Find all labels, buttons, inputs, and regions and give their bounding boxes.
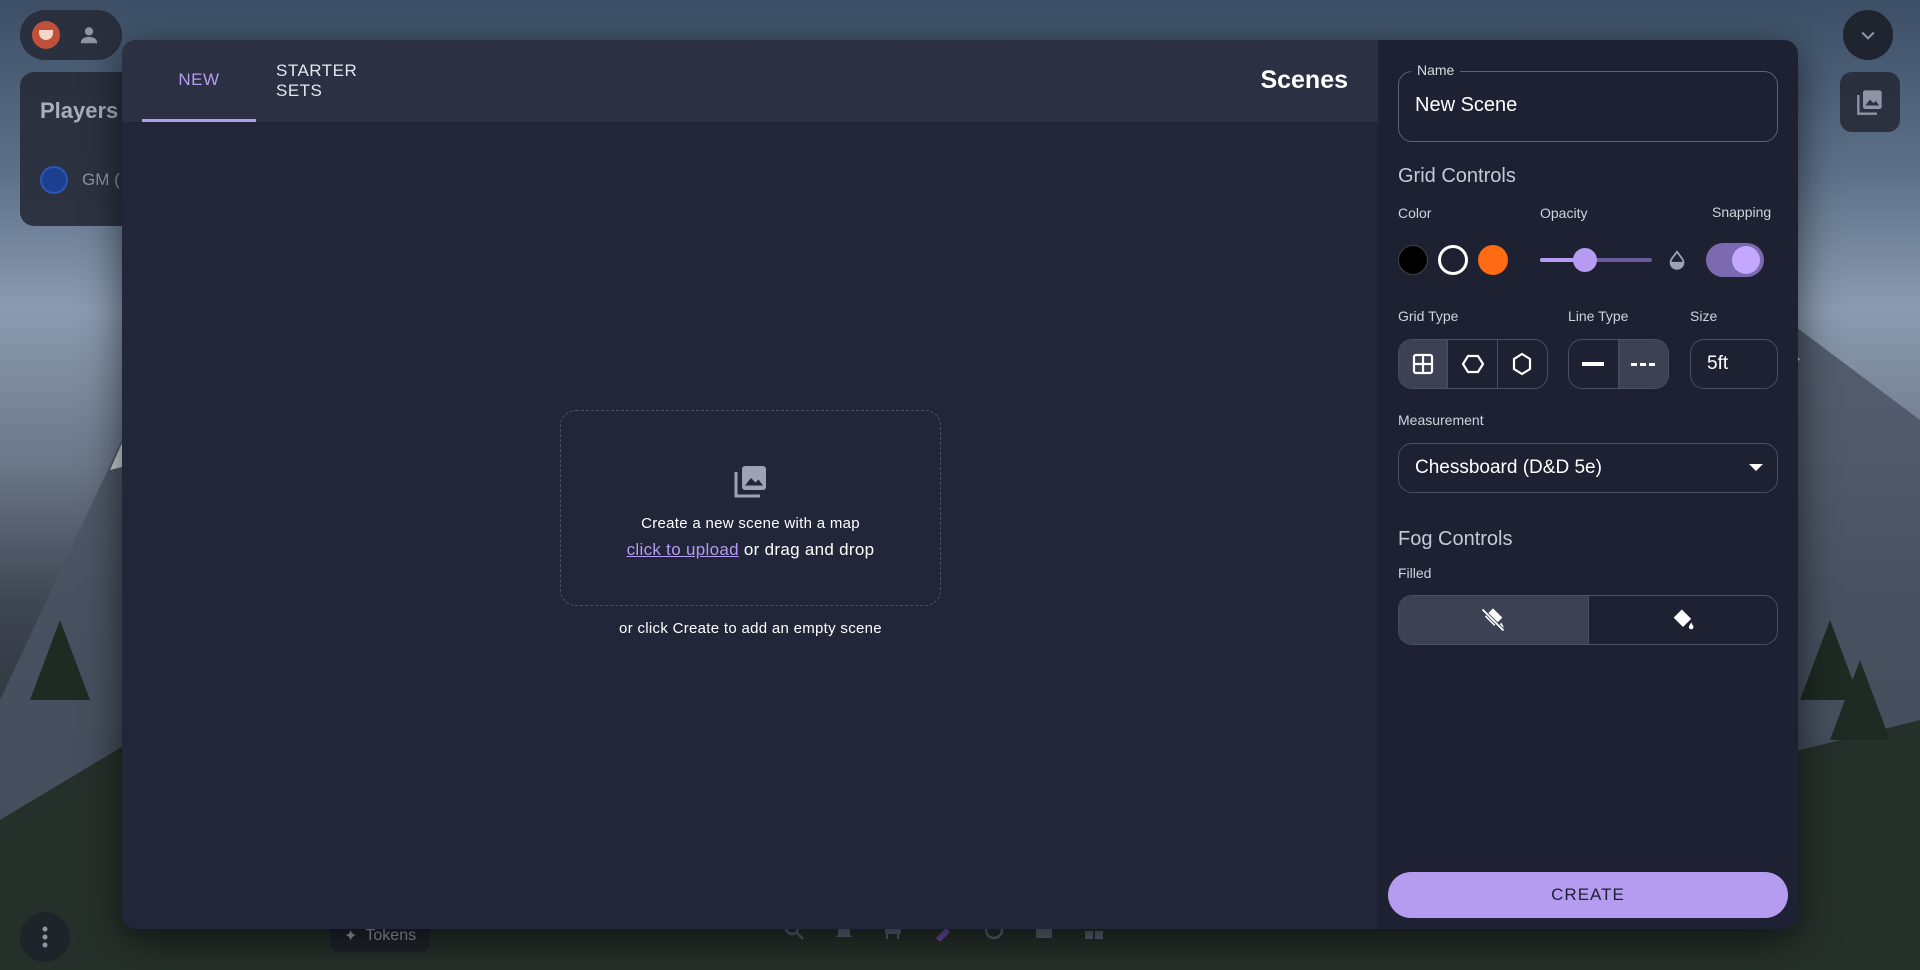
- square-grid-icon: [1413, 353, 1434, 375]
- name-label: Name: [1411, 62, 1461, 78]
- image-library-icon: [734, 466, 766, 498]
- fill-on-icon: [1673, 609, 1694, 630]
- grid-type-toggle-group: [1398, 339, 1548, 389]
- opacity-drop-icon: [1669, 250, 1685, 270]
- line-type-solid[interactable]: [1569, 340, 1619, 388]
- map-dropzone[interactable]: Create a new scene with a map click to u…: [560, 410, 941, 606]
- opacity-slider-thumb[interactable]: [1572, 248, 1597, 272]
- player-color-dot: [40, 166, 68, 194]
- collapse-button[interactable]: [1843, 10, 1893, 60]
- dashed-line-icon: [1631, 363, 1656, 366]
- line-type-label: Line Type: [1568, 308, 1629, 324]
- size-label: Size: [1690, 308, 1718, 324]
- line-type-dashed[interactable]: [1618, 340, 1668, 388]
- hex-horizontal-icon: [1513, 352, 1532, 376]
- grid-type-hex-horizontal[interactable]: [1498, 340, 1547, 388]
- color-swatch-white[interactable]: [1438, 245, 1468, 275]
- dropzone-actions: click to upload or drag and drop: [627, 540, 875, 560]
- hex-vertical-icon: [1461, 354, 1484, 374]
- player-name: GM (: [82, 170, 120, 189]
- chevron-down-icon: [1749, 464, 1763, 471]
- color-label: Color: [1398, 205, 1432, 221]
- upload-link[interactable]: click to upload: [627, 540, 739, 559]
- measurement-value: Chessboard (D&D 5e): [1415, 457, 1602, 478]
- grid-controls-title: Grid Controls: [1398, 165, 1516, 187]
- grid-size-input[interactable]: 5ft: [1690, 339, 1778, 389]
- modal-title: Scenes: [1260, 66, 1348, 94]
- fill-off-icon: [1481, 608, 1505, 632]
- tokens-label: Tokens: [365, 927, 417, 944]
- line-type-toggle-group: [1568, 339, 1669, 389]
- grid-type-hex-vertical[interactable]: [1448, 340, 1498, 388]
- more-vertical-icon: [42, 926, 48, 948]
- fog-filled-on[interactable]: [1589, 596, 1778, 644]
- create-button[interactable]: CREATE: [1388, 872, 1788, 918]
- snapping-label: Snapping: [1712, 204, 1772, 220]
- chevron-down-icon: [1861, 31, 1875, 40]
- fog-filled-toggle-group: [1398, 595, 1778, 645]
- grid-type-label: Grid Type: [1398, 308, 1459, 324]
- fog-filled-off[interactable]: [1399, 596, 1589, 644]
- avatar[interactable]: [32, 21, 60, 49]
- color-swatch-orange[interactable]: [1478, 245, 1508, 275]
- tab-starter-sets[interactable]: STARTER SETS: [256, 40, 422, 122]
- top-left-toolbar: [20, 10, 122, 60]
- color-swatch-black[interactable]: [1398, 245, 1428, 275]
- sparkle-icon: ✦: [344, 928, 358, 945]
- solid-line-icon: [1582, 362, 1605, 366]
- scenes-main-pane: NEW STARTER SETS Scenes Create a new sce…: [122, 40, 1378, 929]
- filled-label: Filled: [1398, 565, 1432, 581]
- fog-controls-title: Fog Controls: [1398, 528, 1513, 550]
- tab-bar: NEW STARTER SETS Scenes: [122, 40, 1378, 122]
- drag-drop-text: or drag and drop: [738, 540, 875, 559]
- empty-scene-hint: or click Create to add an empty scene: [619, 620, 882, 637]
- players-title: Players: [40, 98, 119, 123]
- scenes-modal: NEW STARTER SETS Scenes Create a new sce…: [122, 40, 1798, 929]
- scene-settings-pane: Name New Scene Grid Controls Color Opaci…: [1378, 40, 1798, 929]
- more-menu-button[interactable]: [20, 912, 70, 962]
- scene-name-field[interactable]: Name New Scene: [1398, 62, 1778, 142]
- grid-type-square[interactable]: [1399, 340, 1449, 388]
- scenes-tool-button[interactable]: [1840, 72, 1900, 132]
- snapping-toggle-knob: [1732, 246, 1760, 274]
- measurement-label: Measurement: [1398, 412, 1484, 428]
- opacity-label: Opacity: [1540, 205, 1588, 221]
- snapping-toggle[interactable]: [1706, 243, 1764, 277]
- opacity-slider[interactable]: [1540, 248, 1652, 272]
- player-row-gm[interactable]: GM (: [40, 166, 130, 194]
- measurement-select[interactable]: Chessboard (D&D 5e): [1398, 443, 1778, 493]
- tab-new[interactable]: NEW: [142, 40, 256, 122]
- dropzone-description: Create a new scene with a map: [641, 515, 860, 532]
- image-library-icon: [1857, 90, 1882, 115]
- person-icon[interactable]: [78, 24, 100, 46]
- scene-name-value[interactable]: New Scene: [1415, 94, 1517, 117]
